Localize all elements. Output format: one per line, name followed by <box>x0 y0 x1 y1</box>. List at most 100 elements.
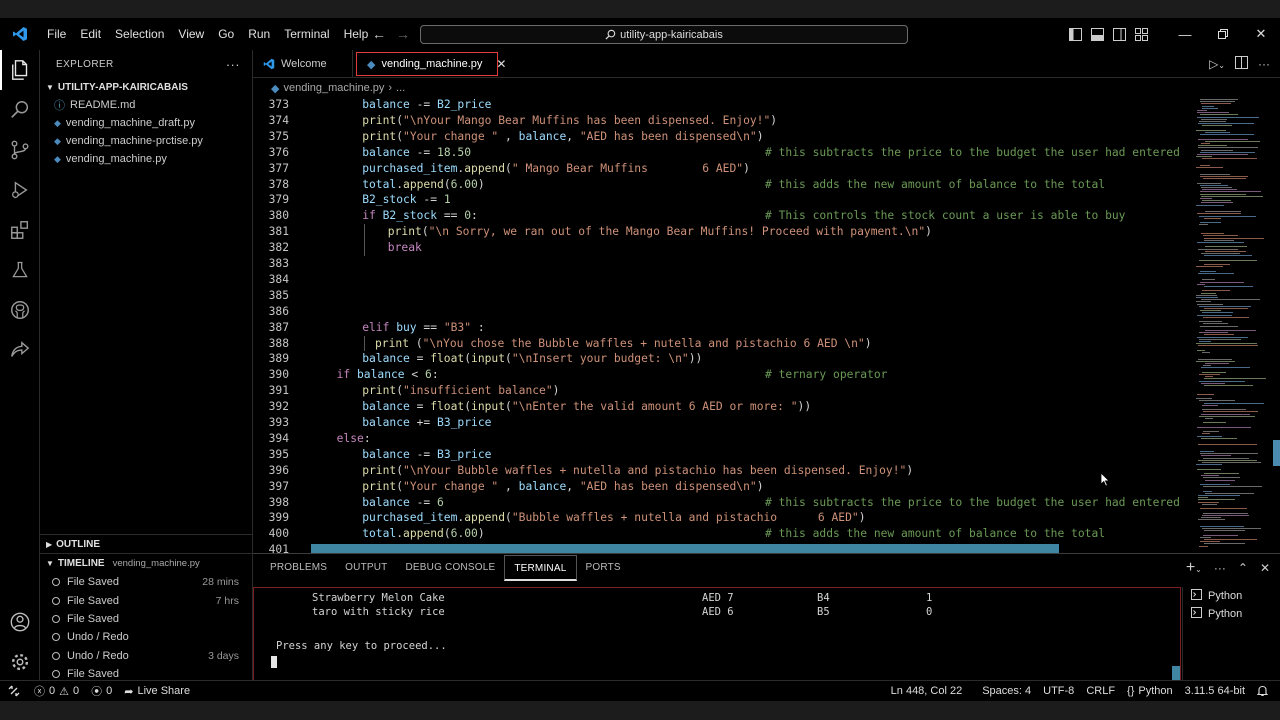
file-item[interactable]: ◆ vending_machine_draft.py <box>40 114 252 132</box>
ports-status[interactable]: ⦿ 0 <box>85 683 118 699</box>
maximize-panel-icon[interactable]: ⌃ <box>1238 561 1248 575</box>
testing-flask-icon[interactable] <box>0 250 40 290</box>
restore-icon[interactable] <box>1204 29 1242 39</box>
line-number: 386 <box>268 304 289 318</box>
file-item[interactable]: ◆ vending_machine.py <box>40 150 252 168</box>
language-mode[interactable]: {} Python <box>1121 685 1179 697</box>
minimap-line <box>1201 149 1233 151</box>
file-item[interactable]: ⓘ README.md <box>40 96 252 114</box>
timeline-item[interactable]: File Saved 28 mins <box>40 573 252 591</box>
code-line: 396 print("\nYour Bubble waffles + nutell… <box>253 463 1193 479</box>
vertical-scrollbar[interactable] <box>1273 440 1280 466</box>
code-editor[interactable]: 401B3_stock -= 1400total.append(6.00)# t… <box>253 97 1193 553</box>
terminal-name: Python <box>1208 608 1243 620</box>
code-token: -= <box>409 495 438 509</box>
command-center-text: utility-app-kairicabais <box>620 28 723 41</box>
code-token: purchased_item <box>362 511 458 525</box>
new-terminal-icon[interactable]: +⌄ <box>1186 559 1202 577</box>
source-control-icon[interactable] <box>0 130 40 170</box>
code-token: balance <box>362 400 410 414</box>
code-token: ) <box>770 113 778 127</box>
customize-layout-icon[interactable] <box>1130 27 1152 41</box>
problems-status[interactable]: ⓧ 0 ⚠ 0 <box>28 683 85 699</box>
close-window-icon[interactable]: ✕ <box>1242 26 1280 42</box>
search-view-icon[interactable] <box>0 90 40 130</box>
code-line: 390 if balance < 6: # ternary operator <box>253 367 1193 383</box>
panel-tab-debug-console[interactable]: DEBUG CONSOLE <box>396 555 504 581</box>
forward-arrow-icon[interactable]: → <box>396 26 410 42</box>
panel-actions: +⌄ ··· ⌃ ✕ <box>1186 554 1270 582</box>
command-center-search[interactable]: utility-app-kairicabais <box>420 25 908 44</box>
minimize-icon[interactable]: — <box>1166 27 1204 42</box>
terminal-output[interactable]: Press any key to proceed... Strawberry M… <box>253 587 1181 682</box>
toggle-panel-icon[interactable] <box>1086 27 1108 41</box>
encoding[interactable]: UTF-8 <box>1037 685 1080 697</box>
panel-tab-problems[interactable]: PROBLEMS <box>261 555 336 581</box>
timeline-item[interactable]: Undo / Redo 3 days <box>40 647 252 665</box>
circle-icon <box>52 651 60 660</box>
explorer-icon[interactable] <box>0 50 40 90</box>
menu-item-run[interactable]: Run <box>241 18 277 50</box>
chevron-right-icon: ▶ <box>46 540 53 549</box>
close-panel-icon[interactable]: ✕ <box>1260 561 1270 575</box>
panel-tab-output[interactable]: OUTPUT <box>336 555 396 581</box>
live-share-icon[interactable] <box>0 330 40 370</box>
menu-item-go[interactable]: Go <box>211 18 241 50</box>
run-file-icon[interactable]: ▷⌄ <box>1209 57 1225 71</box>
menu-item-selection[interactable]: Selection <box>108 18 171 50</box>
run-debug-icon[interactable] <box>0 170 40 210</box>
radio-tower-icon: ⦿ <box>91 686 103 698</box>
github-icon[interactable] <box>0 290 40 330</box>
remote-icon[interactable] <box>0 685 28 697</box>
tab-vending-machine[interactable]: ◆ vending_machine.py ✕ <box>356 52 506 76</box>
menu-item-terminal[interactable]: Terminal <box>277 18 336 50</box>
timeline-item[interactable]: Undo / Redo <box>40 628 252 646</box>
workspace-folder[interactable]: ▼ UTILITY-APP-KAIRICABAIS <box>40 78 252 96</box>
code-token: if <box>336 368 357 382</box>
toggle-secondary-sidebar-icon[interactable] <box>1108 27 1130 41</box>
outline-section[interactable]: ▶ OUTLINE <box>40 534 252 554</box>
toggle-primary-sidebar-icon[interactable] <box>1064 27 1086 41</box>
back-arrow-icon[interactable]: ← <box>372 26 386 42</box>
line-ending[interactable]: CRLF <box>1080 685 1121 697</box>
breadcrumb-rest[interactable]: ... <box>396 82 405 94</box>
extensions-icon[interactable] <box>0 210 40 250</box>
minimap[interactable] <box>1190 97 1280 553</box>
close-tab-icon[interactable]: ✕ <box>496 57 506 71</box>
split-editor-icon[interactable] <box>1235 56 1248 72</box>
manage-gear-icon[interactable] <box>0 642 40 682</box>
notifications-bell-icon[interactable] <box>1251 685 1274 697</box>
menu-item-file[interactable]: File <box>40 18 73 50</box>
minimap-line <box>1200 270 1216 272</box>
code-token: print <box>387 225 422 239</box>
more-actions-icon[interactable]: ··· <box>1214 561 1226 575</box>
minimap-line <box>1204 473 1239 474</box>
cursor-position[interactable]: Ln 448, Col 22 <box>885 685 969 697</box>
indentation[interactable]: Spaces: 4 <box>976 685 1037 697</box>
code-line: 380 if B2_stock == 0: # This controls the … <box>253 208 1193 224</box>
code-text: print("Your change " , balance, "AED has… <box>362 129 763 145</box>
code-token: "\nYou chose the Bubble waffles + nutell… <box>422 336 865 350</box>
breadcrumb-separator-icon: › <box>388 82 393 94</box>
more-actions-icon[interactable]: ··· <box>1258 57 1270 71</box>
file-item[interactable]: ◆ vending_machine-prctise.py <box>40 132 252 150</box>
terminal-instance[interactable]: Python <box>1183 605 1280 623</box>
tab-welcome[interactable]: Welcome <box>253 50 353 78</box>
panel-tab-ports[interactable]: PORTS <box>577 555 630 581</box>
menu-item-help[interactable]: Help <box>337 18 376 50</box>
accounts-icon[interactable] <box>0 602 40 642</box>
more-actions-icon[interactable]: ··· <box>226 57 240 72</box>
menu-item-view[interactable]: View <box>171 18 211 50</box>
menu-item-edit[interactable]: Edit <box>73 18 108 50</box>
live-share-status[interactable]: ➦ Live Share <box>118 685 196 698</box>
timeline-item[interactable]: File Saved <box>40 610 252 628</box>
panel-tab-terminal[interactable]: TERMINAL <box>504 555 577 581</box>
horizontal-scrollbar[interactable] <box>311 544 1059 553</box>
minimap-line <box>1199 400 1235 402</box>
python-interpreter[interactable]: 3.11.5 64-bit <box>1179 685 1251 697</box>
line-number: 377 <box>268 161 289 175</box>
terminal-instance[interactable]: Python <box>1183 587 1280 605</box>
timeline-section[interactable]: ▼ TIMELINE vending_machine.py <box>40 553 252 573</box>
timeline-item[interactable]: File Saved 7 hrs <box>40 591 252 609</box>
breadcrumb-file[interactable]: vending_machine.py <box>283 82 384 94</box>
